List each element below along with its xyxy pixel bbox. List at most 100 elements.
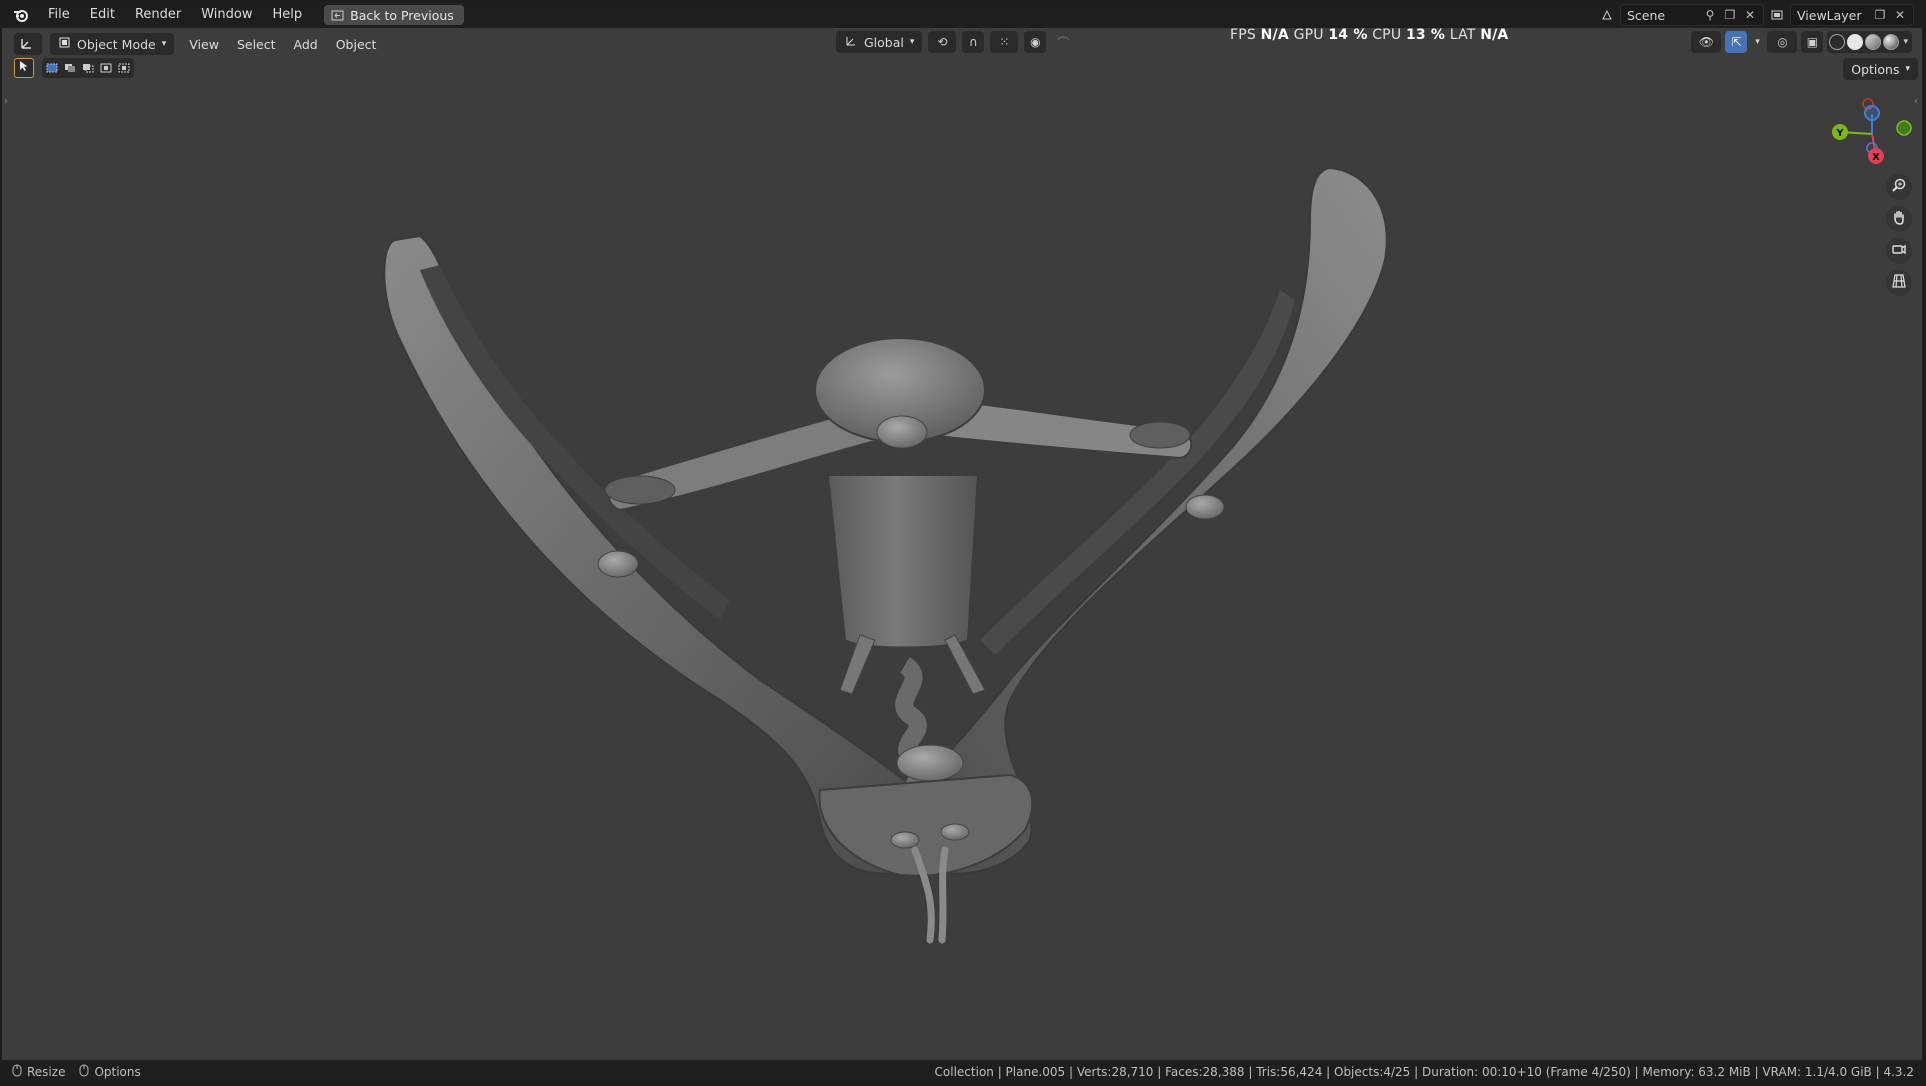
editor-type-icon — [20, 36, 36, 53]
menu-file[interactable]: File — [38, 4, 80, 26]
select-tool-button[interactable] — [14, 58, 34, 78]
select-invert-icon[interactable] — [98, 61, 114, 75]
xray-button[interactable]: ▣ — [1801, 31, 1824, 53]
mode-selector[interactable]: Object Mode ▾ — [50, 33, 175, 55]
mouse-icon — [79, 1064, 89, 1080]
toolbar-expand-arrow[interactable]: › — [4, 96, 8, 107]
select-extend-icon[interactable] — [62, 61, 78, 75]
select-new-icon[interactable] — [44, 61, 60, 75]
scene-name: Scene — [1627, 7, 1666, 23]
scene-icon[interactable] — [1600, 8, 1614, 22]
select-intersect-icon[interactable] — [116, 61, 132, 75]
resize-label: Resize — [27, 1065, 66, 1079]
viewport-menu-select[interactable]: Select — [228, 37, 285, 52]
snap-target-button[interactable]: ⁙ — [990, 31, 1019, 53]
solid-shading-icon[interactable] — [1847, 34, 1864, 50]
pivot-icon: ⟲ — [937, 35, 948, 49]
zoom-icon — [1891, 177, 1907, 197]
blender-logo-icon[interactable] — [10, 4, 32, 26]
chevron-down-icon: ▾ — [909, 37, 915, 47]
camera-view-button[interactable] — [1886, 238, 1912, 264]
falloff-button[interactable]: ⌒ — [1052, 31, 1074, 53]
close-icon[interactable]: ✕ — [1743, 8, 1757, 22]
visibility-button[interactable]: 👁 — [1691, 31, 1722, 53]
viewlayer-name: ViewLayer — [1797, 7, 1862, 23]
chevron-down-icon: ▾ — [1905, 64, 1910, 74]
selection-tools — [14, 58, 134, 78]
pivot-point-button[interactable]: ⟲ — [928, 31, 957, 53]
cpu-label: CPU — [1372, 27, 1402, 43]
navigation-buttons — [1886, 174, 1912, 296]
menu-help[interactable]: Help — [263, 4, 313, 26]
snap-toggle-button[interactable]: ∩ — [962, 31, 985, 53]
scene-selector[interactable]: Scene ⚲ ❐ ✕ — [1620, 4, 1764, 26]
transform-orientation-selector[interactable]: Global ▾ — [836, 31, 923, 53]
cursor-arrow-icon — [19, 60, 29, 76]
options-label: Options — [1851, 61, 1900, 77]
viewport-menu-object[interactable]: Object — [327, 37, 386, 52]
fps-label: FPS — [1230, 27, 1256, 43]
lat-label: LAT — [1449, 27, 1476, 43]
menu-render[interactable]: Render — [125, 4, 191, 26]
status-bar: Resize Options Collection | Plane.005 | … — [2, 1060, 1922, 1084]
new-viewlayer-icon[interactable]: ❐ — [1873, 8, 1887, 22]
back-icon — [330, 8, 344, 22]
proportional-icon: ◉ — [1030, 35, 1041, 49]
viewport-background[interactable] — [2, 2, 1922, 1082]
select-subtract-icon[interactable] — [80, 61, 96, 75]
navigation-gizmo[interactable]: Y X — [1820, 94, 1916, 168]
workspace-controls: Scene ⚲ ❐ ✕ ViewLayer ❐ ✕ — [1600, 2, 1914, 28]
cpu-value: 13 % — [1405, 27, 1446, 43]
gizmo-dropdown[interactable]: ▾ — [1751, 31, 1763, 53]
gizmo-toggle-button[interactable]: ⇱ — [1725, 31, 1748, 53]
viewlayer-selector[interactable]: ViewLayer ❐ ✕ — [1790, 4, 1914, 26]
viewport-display-tools: 👁 ⇱ ▾ ◎ ▣ ▾ — [1691, 31, 1912, 53]
ortho-toggle-button[interactable] — [1886, 270, 1912, 296]
viewport-menu-add[interactable]: Add — [285, 37, 327, 52]
material-shading-icon[interactable] — [1865, 34, 1882, 50]
transform-orientation-label: Global — [864, 34, 904, 50]
gizmo-x-label: X — [1872, 152, 1880, 163]
object-mode-icon — [58, 36, 71, 52]
hand-icon — [1891, 209, 1907, 229]
lat-value: N/A — [1480, 27, 1509, 43]
proportional-edit-button[interactable]: ◉ — [1024, 31, 1047, 53]
gpu-value: 14 % — [1328, 27, 1368, 43]
magnet-icon: ∩ — [969, 35, 978, 49]
zoom-button[interactable] — [1886, 174, 1912, 200]
gpu-label: GPU — [1293, 27, 1324, 43]
fps-value: N/A — [1260, 27, 1289, 43]
snap-grid-icon: ⁙ — [999, 35, 1010, 49]
options-hint: Options — [79, 1064, 141, 1080]
chevron-down-icon[interactable]: ▾ — [1901, 37, 1910, 47]
overlays-button[interactable]: ◎ — [1767, 31, 1798, 53]
viewport-menu-view[interactable]: View — [180, 37, 228, 52]
back-to-previous-button[interactable]: Back to Previous — [324, 5, 464, 25]
back-to-previous-label: Back to Previous — [350, 7, 454, 23]
pin-icon[interactable]: ⚲ — [1703, 8, 1717, 22]
mouse-icon — [12, 1064, 22, 1080]
viewlayer-icon[interactable] — [1770, 8, 1784, 22]
menu-window[interactable]: Window — [191, 4, 262, 26]
xray-icon: ▣ — [1806, 35, 1819, 49]
eye-icon: 👁 — [1698, 35, 1715, 49]
editor-type-button[interactable] — [14, 33, 42, 55]
pan-button[interactable] — [1886, 206, 1912, 232]
rendered-shading-icon[interactable] — [1883, 34, 1900, 50]
scene-statistics: Collection | Plane.005 | Verts:28,710 | … — [934, 1065, 1914, 1079]
wireframe-shading-icon[interactable] — [1829, 34, 1846, 50]
options-dropdown[interactable]: Options ▾ — [1843, 58, 1918, 80]
orientation-icon — [844, 34, 858, 51]
top-menu-bar: File Edit Render Window Help Back to Pre… — [2, 2, 1922, 28]
shading-modes: ▾ — [1827, 31, 1912, 53]
selection-mode-group — [42, 58, 134, 78]
close-icon[interactable]: ✕ — [1893, 8, 1907, 22]
gizmo-neg-y — [1896, 120, 1912, 136]
new-scene-icon[interactable]: ❐ — [1723, 8, 1737, 22]
chevron-down-icon: ▾ — [161, 39, 167, 49]
falloff-icon: ⌒ — [1057, 35, 1070, 50]
menu-edit[interactable]: Edit — [80, 4, 125, 26]
gizmo-y-label: Y — [1835, 128, 1844, 139]
camera-icon — [1891, 241, 1907, 261]
performance-hud: FPS N/A GPU 14 % CPU 13 % LAT N/A — [1230, 27, 1508, 43]
